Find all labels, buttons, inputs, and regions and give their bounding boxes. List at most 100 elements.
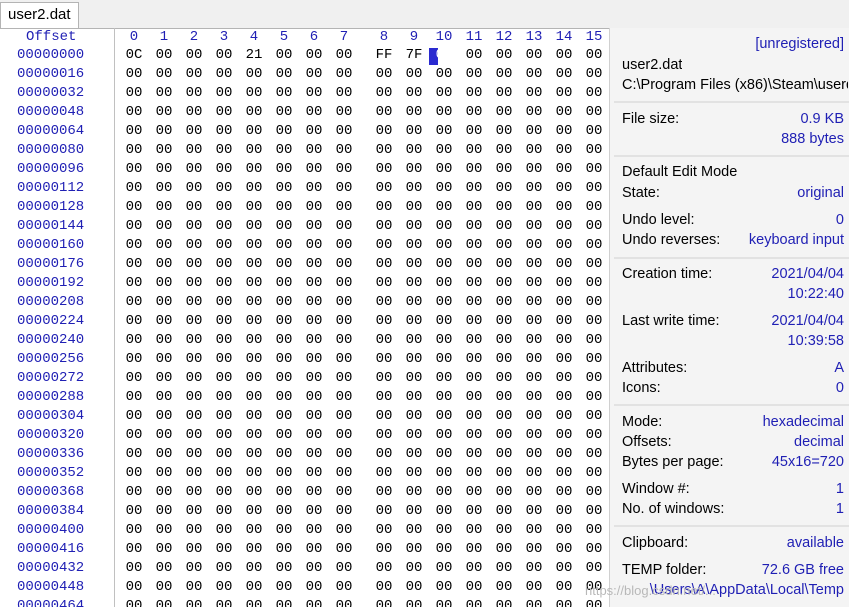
- hex-byte[interactable]: 00: [209, 597, 239, 607]
- hex-byte[interactable]: 00: [429, 559, 459, 578]
- hex-byte[interactable]: 00: [369, 521, 399, 540]
- hex-byte[interactable]: 00: [119, 407, 149, 426]
- hex-byte[interactable]: 00: [209, 521, 239, 540]
- hex-byte[interactable]: 00: [299, 312, 329, 331]
- hex-byte[interactable]: 00: [399, 540, 429, 559]
- hex-byte[interactable]: 00: [399, 464, 429, 483]
- hex-byte[interactable]: 00: [579, 464, 606, 483]
- hex-byte[interactable]: 00: [119, 597, 149, 607]
- hex-byte[interactable]: 00: [459, 597, 489, 607]
- hex-byte[interactable]: 00: [239, 483, 269, 502]
- hex-byte[interactable]: 00: [459, 198, 489, 217]
- hex-byte[interactable]: 00: [399, 426, 429, 445]
- hex-byte[interactable]: 00: [179, 103, 209, 122]
- hex-byte[interactable]: 00: [399, 293, 429, 312]
- hex-byte[interactable]: 00: [459, 483, 489, 502]
- hex-byte[interactable]: 00: [299, 350, 329, 369]
- hex-row[interactable]: 00000336 00 00 00 00 00 00 00 00 00 00 00 00 00 00 00 00: [0, 445, 606, 464]
- hex-byte[interactable]: 00: [519, 198, 549, 217]
- hex-byte[interactable]: 00: [149, 255, 179, 274]
- hex-byte[interactable]: 00: [179, 65, 209, 84]
- hex-byte[interactable]: 00: [179, 369, 209, 388]
- hex-byte[interactable]: 00: [549, 103, 579, 122]
- hex-byte[interactable]: 00: [209, 198, 239, 217]
- hex-byte[interactable]: 00: [239, 236, 269, 255]
- hex-byte[interactable]: 00: [429, 103, 459, 122]
- hex-row[interactable]: 00000080 00 00 00 00 00 00 00 00 00 00 00 00 00 00 00 00: [0, 141, 606, 160]
- hex-byte[interactable]: 00: [119, 388, 149, 407]
- hex-byte[interactable]: 00: [269, 464, 299, 483]
- hex-byte[interactable]: 00: [369, 312, 399, 331]
- hex-byte[interactable]: 00: [269, 597, 299, 607]
- hex-byte[interactable]: 00: [519, 407, 549, 426]
- hex-byte[interactable]: 00: [459, 46, 489, 65]
- hex-byte[interactable]: 00: [549, 540, 579, 559]
- hex-byte[interactable]: 00: [429, 312, 459, 331]
- hex-byte[interactable]: 00: [119, 483, 149, 502]
- hex-byte[interactable]: 00: [369, 407, 399, 426]
- hex-byte[interactable]: 00: [459, 464, 489, 483]
- hex-byte[interactable]: 00: [399, 122, 429, 141]
- hex-byte[interactable]: 00: [519, 312, 549, 331]
- hex-row[interactable]: 00000064 00 00 00 00 00 00 00 00 00 00 00 00 00 00 00 00: [0, 122, 606, 141]
- hex-byte[interactable]: 00: [399, 445, 429, 464]
- hex-byte[interactable]: 00: [329, 65, 359, 84]
- hex-byte[interactable]: 00: [549, 388, 579, 407]
- hex-byte[interactable]: 00: [269, 483, 299, 502]
- hex-byte[interactable]: 00: [459, 141, 489, 160]
- hex-byte[interactable]: 00: [369, 217, 399, 236]
- hex-byte[interactable]: 00: [459, 274, 489, 293]
- hex-row[interactable]: 00000256 00 00 00 00 00 00 00 00 00 00 00 00 00 00 00 00: [0, 350, 606, 369]
- hex-byte[interactable]: 00: [269, 103, 299, 122]
- hex-byte[interactable]: 00: [579, 293, 606, 312]
- hex-byte[interactable]: 00: [489, 578, 519, 597]
- hex-byte[interactable]: 00: [459, 84, 489, 103]
- hex-byte[interactable]: 00: [209, 122, 239, 141]
- hex-byte[interactable]: 00: [369, 141, 399, 160]
- hex-byte[interactable]: 00: [399, 103, 429, 122]
- hex-byte[interactable]: 00: [579, 122, 606, 141]
- hex-editor-view[interactable]: Offset 0 1 2 3 4 5 6 7 8 9 10 11 12 13 14 15 00000000 0C…: [0, 28, 606, 607]
- hex-byte[interactable]: 00: [179, 445, 209, 464]
- hex-byte[interactable]: 00: [399, 521, 429, 540]
- hex-byte[interactable]: 00: [579, 141, 606, 160]
- hex-byte[interactable]: 00: [549, 597, 579, 607]
- hex-row[interactable]: 00000208 00 00 00 00 00 00 00 00 00 00 00 00 00 00 00 00: [0, 293, 606, 312]
- hex-byte[interactable]: 00: [399, 312, 429, 331]
- hex-byte[interactable]: 00: [459, 502, 489, 521]
- hex-byte[interactable]: 00: [429, 198, 459, 217]
- hex-byte[interactable]: 00: [299, 255, 329, 274]
- hex-byte[interactable]: 00: [269, 160, 299, 179]
- hex-byte[interactable]: 00: [489, 597, 519, 607]
- hex-byte[interactable]: 00: [369, 331, 399, 350]
- hex-byte[interactable]: 00: [149, 445, 179, 464]
- hex-byte[interactable]: 00: [149, 293, 179, 312]
- hex-row[interactable]: 00000112 00 00 00 00 00 00 00 00 00 00 00 00 00 00 00 00: [0, 179, 606, 198]
- hex-byte[interactable]: 00: [489, 559, 519, 578]
- hex-byte[interactable]: 00: [489, 236, 519, 255]
- hex-byte[interactable]: 00: [179, 141, 209, 160]
- hex-byte[interactable]: 00: [149, 502, 179, 521]
- hex-byte[interactable]: 00: [579, 65, 606, 84]
- hex-byte[interactable]: 00: [209, 293, 239, 312]
- hex-byte[interactable]: 00: [329, 217, 359, 236]
- hex-byte[interactable]: 00: [549, 445, 579, 464]
- hex-byte[interactable]: 00: [399, 179, 429, 198]
- hex-byte[interactable]: 00: [239, 198, 269, 217]
- hex-byte[interactable]: 00: [369, 122, 399, 141]
- hex-byte[interactable]: 00: [239, 103, 269, 122]
- hex-byte[interactable]: 00: [269, 141, 299, 160]
- hex-byte[interactable]: 00: [399, 559, 429, 578]
- hex-byte[interactable]: 00: [119, 103, 149, 122]
- hex-byte[interactable]: 00: [579, 350, 606, 369]
- hex-byte[interactable]: 00: [399, 578, 429, 597]
- hex-byte[interactable]: 00: [119, 559, 149, 578]
- hex-byte[interactable]: 00: [429, 521, 459, 540]
- hex-byte[interactable]: 00: [549, 521, 579, 540]
- hex-byte[interactable]: 00: [519, 46, 549, 65]
- hex-byte[interactable]: 00: [579, 103, 606, 122]
- hex-byte[interactable]: 00: [429, 388, 459, 407]
- hex-byte[interactable]: 00: [369, 426, 399, 445]
- hex-byte[interactable]: 00: [579, 217, 606, 236]
- hex-byte[interactable]: 00: [329, 559, 359, 578]
